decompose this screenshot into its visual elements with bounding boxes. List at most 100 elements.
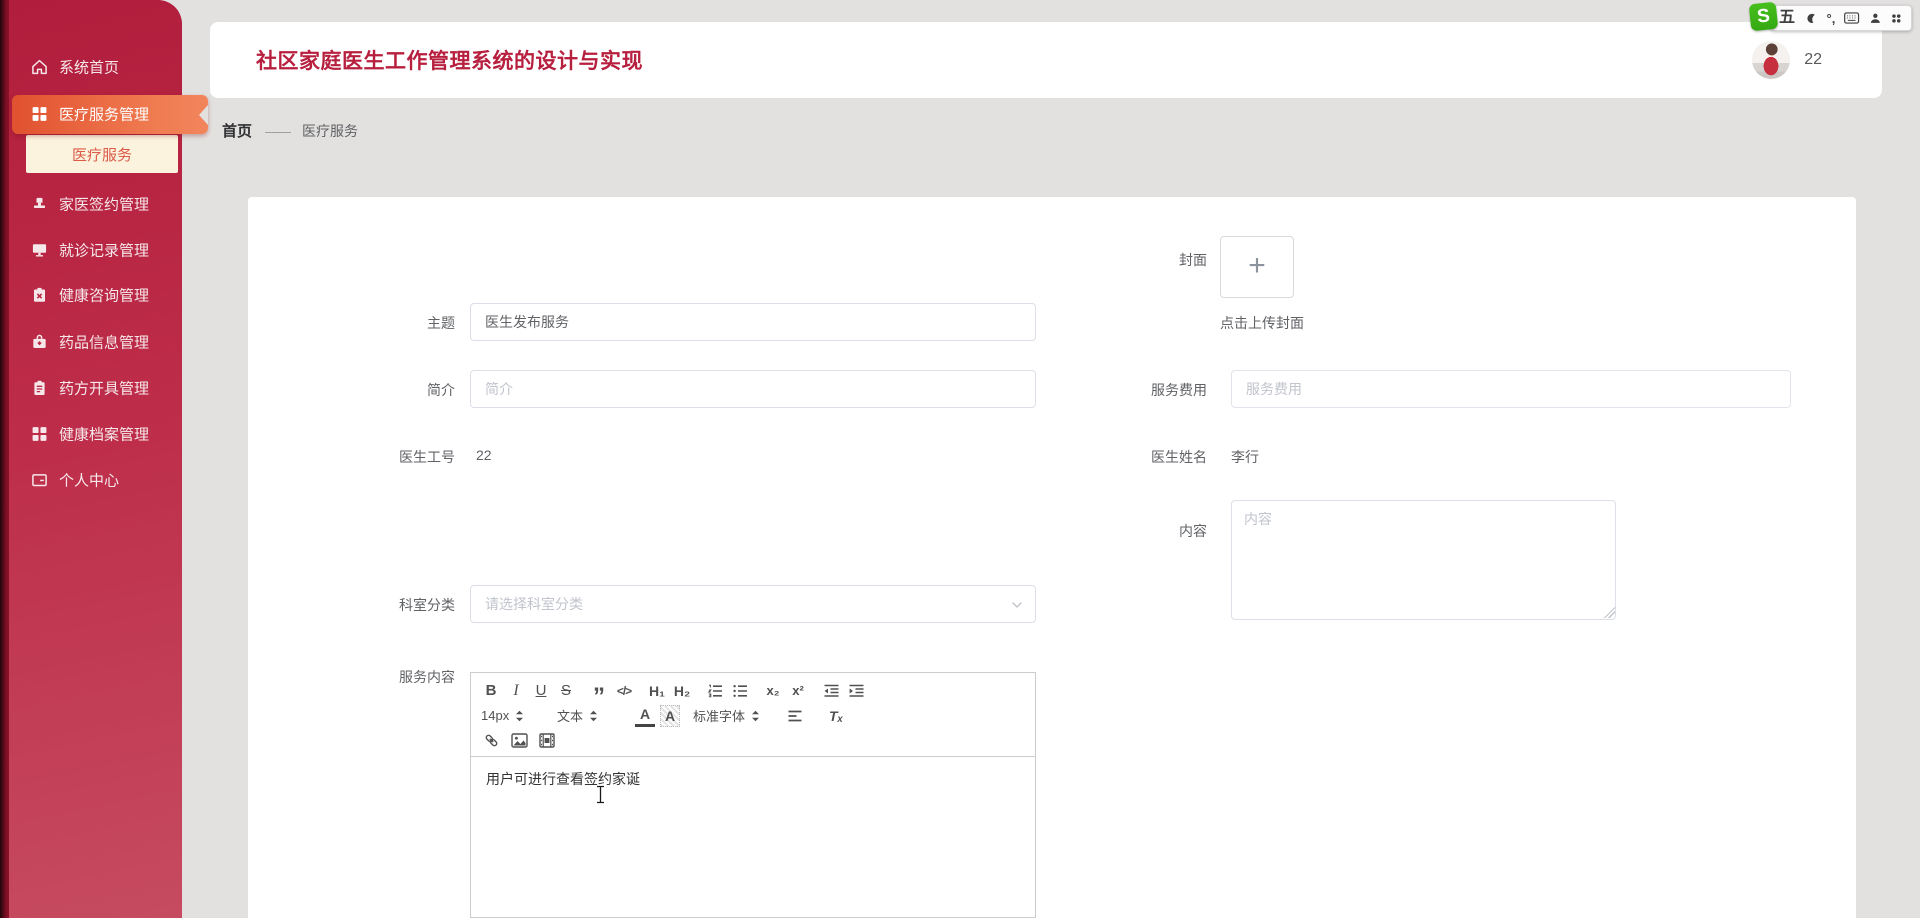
avatar[interactable]	[1752, 41, 1790, 79]
indent-button[interactable]	[846, 680, 866, 702]
theme-input[interactable]	[470, 303, 1036, 341]
keyboard-icon[interactable]	[1844, 11, 1860, 25]
sidebar-item-drug-info[interactable]: 药品信息管理	[9, 324, 182, 360]
clear-format-button[interactable]: Tₓ	[826, 705, 846, 727]
toolbox-grid-icon[interactable]	[1890, 11, 1903, 26]
theme-label: 主题	[427, 315, 455, 331]
sidebar-subitem-medical-service[interactable]: 医疗服务	[26, 135, 178, 173]
background-color-button[interactable]: A	[660, 704, 680, 727]
sidebar-item-medical-service-mgmt[interactable]: 医疗服务管理	[9, 96, 182, 132]
sidebar-item-label: 医疗服务管理	[59, 106, 150, 124]
align-button[interactable]	[785, 705, 805, 727]
content-label: 内容	[1179, 523, 1207, 539]
code-block-button[interactable]: </>	[614, 680, 634, 702]
rich-text-editor: B I U S ” </> H₁ H₂ x₂ x² 14px 文本 A A 标准…	[470, 672, 1036, 918]
moon-icon[interactable]	[1804, 10, 1818, 26]
sidebar-subitem-label: 医疗服务	[71, 146, 132, 164]
page-title: 社区家庭医生工作管理系统的设计与实现	[256, 50, 643, 73]
header: 社区家庭医生工作管理系统的设计与实现 22	[210, 22, 1882, 98]
sidebar-item-label: 系统首页	[59, 59, 120, 77]
grid-icon	[32, 427, 47, 441]
sidebar-item-personal-center[interactable]: 个人中心	[9, 462, 182, 498]
cover-upload[interactable]: +	[1220, 236, 1294, 298]
font-family-select[interactable]: 标准字体	[693, 706, 771, 725]
sidebar-item-visit-records[interactable]: 就诊记录管理	[9, 232, 182, 268]
doctor-name-value: 李行	[1231, 449, 1259, 465]
sidebar-item-label: 药方开具管理	[59, 380, 150, 398]
ime-tray-bar: 五 °,	[1770, 5, 1912, 31]
font-size-select[interactable]: 14px	[481, 708, 543, 723]
breadcrumb-home[interactable]: 首页	[222, 120, 252, 141]
fee-input[interactable]	[1231, 370, 1791, 408]
cover-label: 封面	[1179, 252, 1207, 268]
sidebar-item-label: 健康档案管理	[59, 426, 150, 444]
breadcrumb: 首页 —— 医疗服务	[222, 120, 358, 141]
sidebar-item-label: 就诊记录管理	[59, 242, 150, 260]
video-button[interactable]	[537, 729, 557, 751]
sidebar-item-label: 健康咨询管理	[59, 287, 150, 305]
link-button[interactable]	[481, 729, 501, 751]
grid-icon	[32, 107, 47, 121]
paragraph-format-value: 文本	[557, 709, 584, 724]
sidebar-item-health-consult[interactable]: 健康咨询管理	[9, 277, 182, 313]
sidebar-item-health-archives[interactable]: 健康档案管理	[9, 416, 182, 452]
bullet-list-button[interactable]	[730, 680, 750, 702]
fee-label: 服务费用	[1151, 382, 1207, 398]
editor-text: 用户可进行查看签约家诞	[486, 771, 640, 787]
text-cursor	[597, 785, 604, 804]
font-family-value: 标准字体	[693, 709, 746, 724]
doctor-id-value: 22	[476, 447, 492, 463]
department-placeholder: 请选择科室分类	[485, 596, 583, 612]
doctor-id-label: 医生工号	[399, 449, 455, 465]
plus-icon: +	[1248, 248, 1266, 282]
sidebar-panel: 系统首页 医疗服务管理 医疗服务 家医签约管理 就诊记录管理 健康咨询管理 药品…	[9, 0, 208, 918]
department-label: 科室分类	[399, 597, 455, 613]
prescription-icon	[34, 380, 45, 396]
content-textarea[interactable]	[1231, 500, 1616, 620]
updown-arrows-icon	[516, 710, 524, 721]
header2-button[interactable]: H₂	[672, 680, 692, 702]
sidebar-item-label: 药品信息管理	[59, 334, 150, 352]
sidebar-item-family-doctor-sign[interactable]: 家医签约管理	[9, 186, 182, 222]
sidebar-item-prescription[interactable]: 药方开具管理	[9, 370, 182, 406]
breadcrumb-current: 医疗服务	[302, 122, 359, 139]
font-size-value: 14px	[481, 708, 510, 723]
chevron-down-icon	[1012, 602, 1022, 609]
superscript-button[interactable]: x²	[788, 680, 808, 702]
breadcrumb-separator: ——	[265, 122, 291, 139]
header1-button[interactable]: H₁	[647, 680, 667, 702]
medical-bag-icon	[33, 334, 46, 348]
updown-arrows-icon	[752, 710, 760, 721]
strike-button[interactable]: S	[556, 680, 576, 702]
department-select[interactable]: 请选择科室分类	[470, 585, 1036, 623]
form-panel: 主题 简介 医生工号 22 科室分类 请选择科室分类 服务内容 B I U S …	[248, 197, 1856, 918]
doctor-name-label: 医生姓名	[1151, 449, 1207, 465]
subscript-button[interactable]: x₂	[763, 680, 783, 702]
user-icon[interactable]	[1869, 11, 1882, 26]
home-icon	[32, 59, 47, 75]
paragraph-format-select[interactable]: 文本	[557, 706, 621, 725]
updown-arrows-icon	[590, 710, 598, 721]
sidebar-item-label: 个人中心	[59, 472, 120, 490]
ordered-list-button[interactable]	[705, 680, 725, 702]
text-color-button[interactable]: A	[635, 705, 655, 727]
blockquote-button[interactable]: ”	[589, 680, 609, 708]
bold-button[interactable]: B	[481, 680, 501, 702]
sogou-logo[interactable]: S	[1748, 1, 1779, 32]
ime-punct-mode[interactable]: °,	[1827, 12, 1836, 25]
clipboard-x-icon	[33, 287, 46, 302]
sidebar: 系统首页 医疗服务管理 医疗服务 家医签约管理 就诊记录管理 健康咨询管理 药品…	[0, 0, 208, 918]
user-id-label: 22	[1804, 51, 1822, 68]
intro-input[interactable]	[470, 370, 1036, 408]
cover-upload-hint: 点击上传封面	[1220, 315, 1304, 331]
sidebar-item-label: 家医签约管理	[59, 196, 150, 214]
ime-wubi-mode[interactable]: 五	[1779, 10, 1795, 26]
monitor-icon	[32, 244, 47, 257]
stamp-icon	[33, 197, 46, 209]
underline-button[interactable]: U	[531, 680, 551, 702]
italic-button[interactable]: I	[506, 680, 526, 702]
sidebar-item-home[interactable]: 系统首页	[9, 49, 182, 85]
image-button[interactable]	[509, 729, 529, 751]
editor-content[interactable]: 用户可进行查看签约家诞	[471, 757, 1035, 918]
outdent-button[interactable]	[821, 680, 841, 702]
